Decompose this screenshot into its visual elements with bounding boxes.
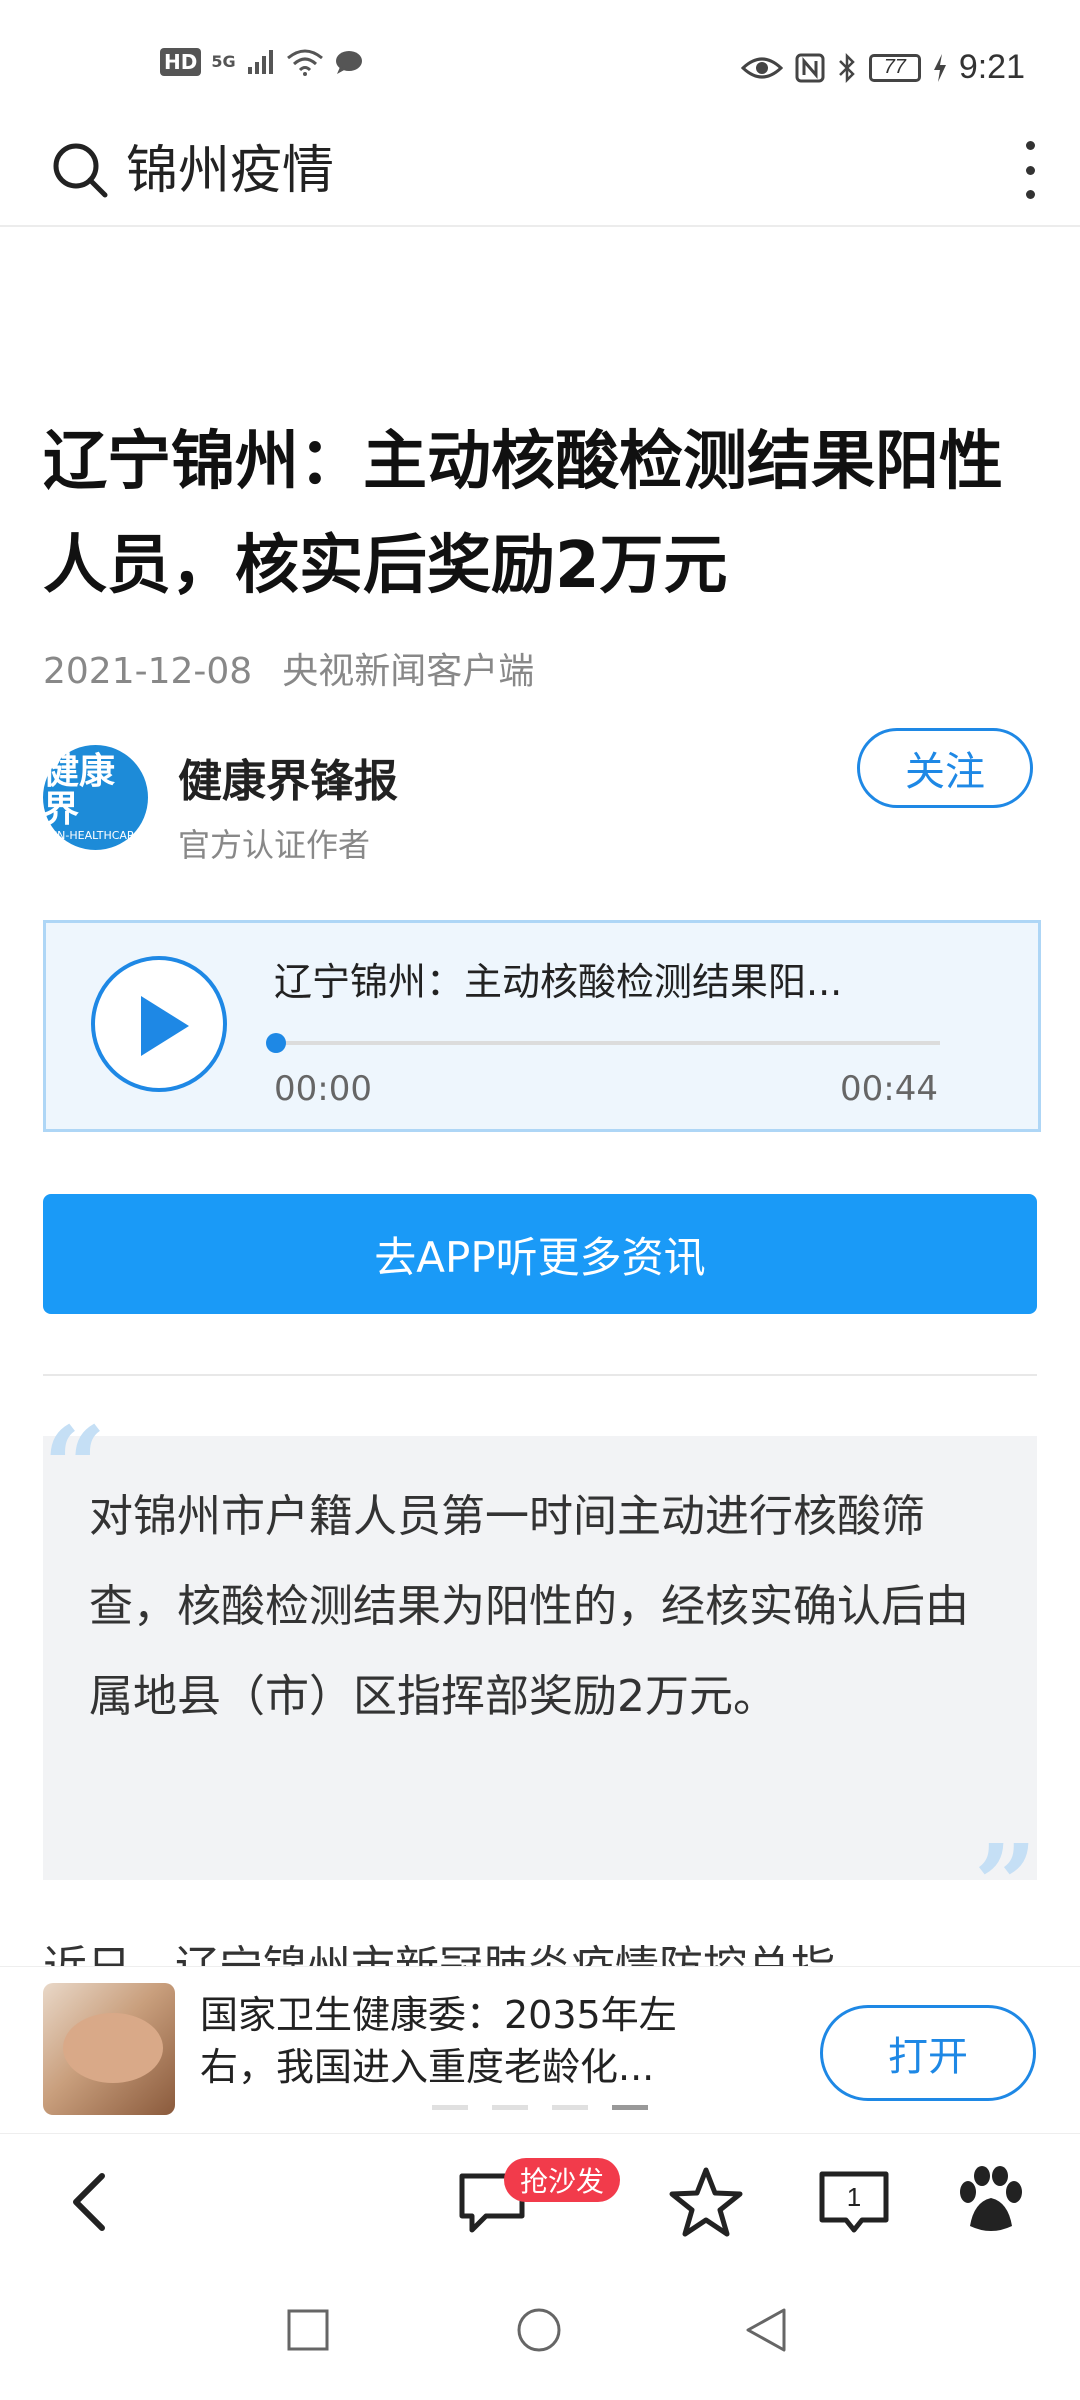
recent-apps-icon[interactable] xyxy=(286,2308,330,2352)
star-icon[interactable] xyxy=(666,2162,746,2242)
audio-progress-bar[interactable] xyxy=(266,1033,940,1053)
comment-badge: 抢沙发 xyxy=(504,2158,621,2202)
feed-count: 1 xyxy=(847,2182,861,2212)
carousel-indicator xyxy=(432,2105,648,2110)
author-verified-label: 官方认证作者 xyxy=(178,826,371,864)
article-date: 2021-12-08 xyxy=(43,651,253,692)
article-meta: 2021-12-08 央视新闻客户端 xyxy=(43,642,534,694)
charging-icon xyxy=(933,53,946,82)
eye-icon xyxy=(740,57,783,78)
recommendation-thumbnail[interactable] xyxy=(43,1983,175,2115)
carousel-dot-active xyxy=(612,2105,648,2110)
article-paragraph: 近日，辽宁锦州市新冠肺炎疫情防控总指 xyxy=(43,1942,835,1968)
search-icon[interactable] xyxy=(50,140,110,200)
5g-icon: 5G xyxy=(211,52,236,71)
status-time: 9:21 xyxy=(958,48,1025,86)
avatar-logo-text: 健康界 xyxy=(43,750,116,830)
search-header: 锦州疫情 xyxy=(0,130,1080,227)
open-button[interactable]: 打开 xyxy=(820,2005,1036,2101)
carousel-dot xyxy=(492,2105,528,2110)
more-menu-icon[interactable] xyxy=(1010,135,1050,205)
audio-player: 辽宁锦州：主动核酸检测结果阳... 00:00 00:44 xyxy=(43,920,1041,1132)
author-avatar[interactable]: 健康界 CN-HEALTHCARE xyxy=(43,745,148,850)
baidu-paw-icon[interactable] xyxy=(950,2162,1030,2242)
audio-progress-handle[interactable] xyxy=(266,1033,286,1053)
bluetooth-icon xyxy=(838,52,855,83)
status-right: 77 9:21 xyxy=(740,48,1025,87)
battery-level: 77 xyxy=(883,56,906,78)
audio-current-time: 00:00 xyxy=(274,1069,372,1109)
nav-back-icon[interactable] xyxy=(744,2306,788,2354)
quote-block: “ 对锦州市户籍人员第一时间主动进行核酸筛查，核酸检测结果为阳性的，经核实确认后… xyxy=(43,1412,1037,1940)
recommendation-title[interactable]: 国家卫生健康委：2035年左右，我国进入重度老龄化... xyxy=(200,1989,740,2093)
system-nav-bar xyxy=(0,2272,1080,2400)
status-left: HD 5G xyxy=(160,48,364,76)
audio-title: 辽宁锦州：主动核酸检测结果阳... xyxy=(274,960,843,1004)
search-query[interactable]: 锦州疫情 xyxy=(126,136,334,206)
recommendation-card[interactable]: 国家卫生健康委：2035年左右，我国进入重度老龄化... 打开 xyxy=(0,1966,1080,2134)
article-source: 央视新闻客户端 xyxy=(282,651,535,692)
nfc-icon xyxy=(795,53,825,82)
carousel-dot xyxy=(432,2105,468,2110)
hd-icon: HD xyxy=(160,48,202,76)
feed-icon[interactable]: 1 xyxy=(814,2162,894,2242)
wifi-icon xyxy=(286,49,323,76)
article-title: 辽宁锦州：主动核酸检测结果阳性人员，核实后奖励2万元 xyxy=(43,425,1003,603)
message-icon xyxy=(335,51,362,74)
divider xyxy=(43,1374,1037,1376)
avatar-logo-subtext: CN-HEALTHCARE xyxy=(49,828,142,842)
bottom-toolbar: 1 xyxy=(0,2134,1080,2272)
open-app-button[interactable]: 去APP听更多资讯 xyxy=(43,1194,1037,1314)
carousel-dot xyxy=(552,2105,588,2110)
follow-button[interactable]: 关注 xyxy=(857,728,1033,808)
quote-text: 对锦州市户籍人员第一时间主动进行核酸筛查，核酸检测结果为阳性的，经核实确认后由属… xyxy=(89,1491,969,1722)
play-icon xyxy=(141,996,189,1056)
back-icon[interactable] xyxy=(50,2162,130,2242)
signal-icon xyxy=(247,50,273,74)
play-button[interactable] xyxy=(91,956,227,1092)
author-name[interactable]: 健康界锋报 xyxy=(178,745,398,809)
close-quote-icon: ” xyxy=(973,1820,1037,1949)
home-icon[interactable] xyxy=(515,2306,563,2354)
battery-icon: 77 xyxy=(868,53,921,82)
status-bar: HD 5G 77 9:21 xyxy=(0,0,1080,130)
audio-duration: 00:44 xyxy=(840,1069,938,1109)
